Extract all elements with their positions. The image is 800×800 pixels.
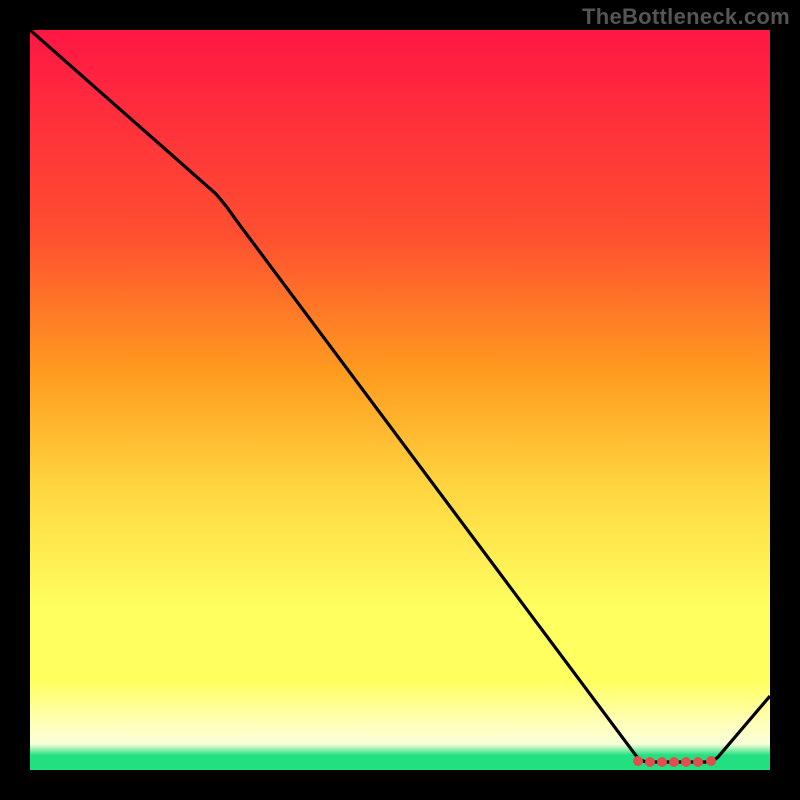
marker-dot [669, 757, 679, 767]
marker-dot [706, 756, 716, 766]
marker-dot [633, 756, 643, 766]
plot-area [30, 30, 770, 770]
chart-svg [30, 30, 770, 770]
chart-frame: TheBottleneck.com [0, 0, 800, 800]
marker-dot [645, 757, 655, 767]
marker-dot [681, 757, 691, 767]
bottleneck-curve [30, 30, 770, 762]
marker-dot [657, 757, 667, 767]
marker-dot [693, 757, 703, 767]
attribution-label: TheBottleneck.com [582, 4, 790, 30]
